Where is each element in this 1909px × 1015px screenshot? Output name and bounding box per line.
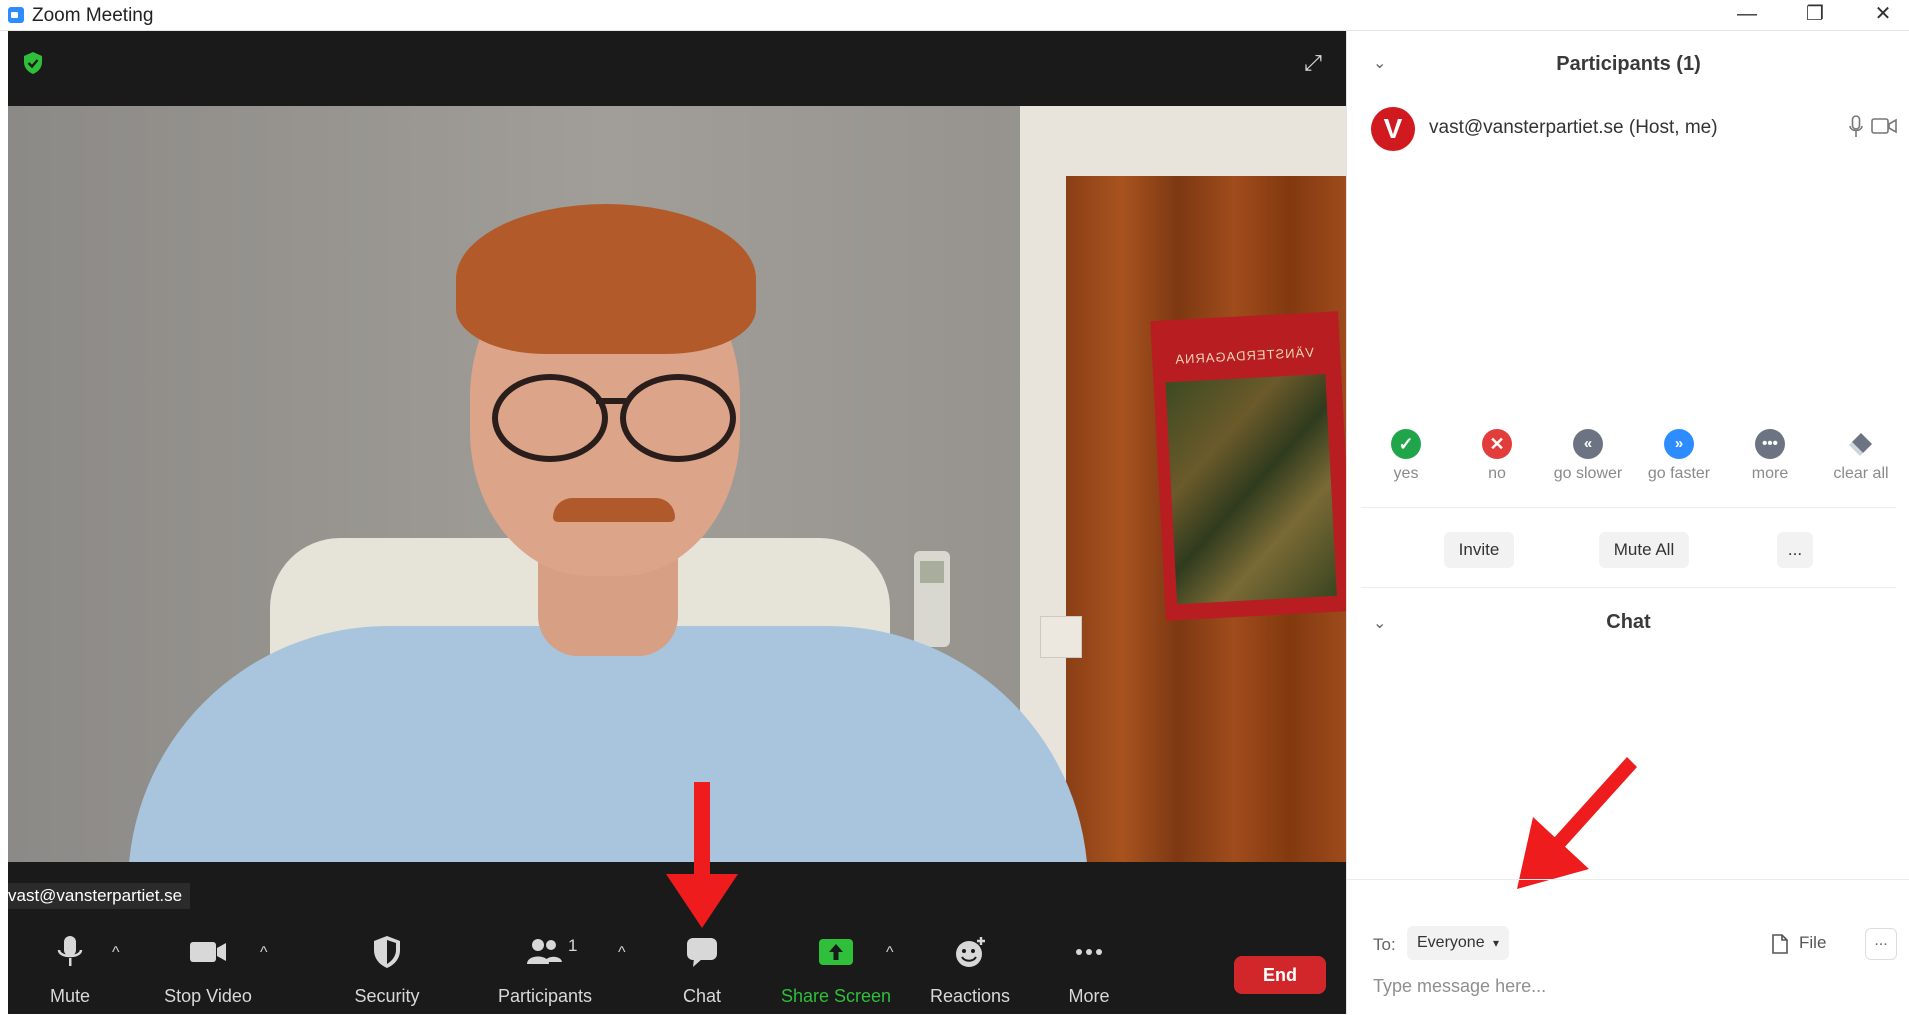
participants-count: 1 bbox=[568, 936, 578, 955]
ellipsis-icon: ••• bbox=[1755, 429, 1785, 459]
security-button[interactable]: Security bbox=[342, 924, 432, 1014]
fast-forward-icon: » bbox=[1664, 429, 1694, 459]
video-camera-icon bbox=[190, 942, 226, 962]
video-wall-phone bbox=[914, 551, 950, 647]
poster-photos bbox=[1165, 374, 1337, 605]
encryption-shield-icon[interactable] bbox=[22, 51, 44, 75]
feedback-yes-label: yes bbox=[1393, 465, 1419, 482]
file-icon[interactable] bbox=[1771, 934, 1789, 954]
fullscreen-icon[interactable]: ⤢ bbox=[1296, 47, 1330, 79]
chat-compose: To: Everyone ▾ File ... bbox=[1347, 879, 1909, 1015]
chat-message-input[interactable] bbox=[1371, 970, 1875, 1002]
video-person-hair bbox=[456, 204, 756, 354]
participants-options-caret-icon[interactable]: ^ bbox=[618, 944, 626, 962]
divider bbox=[1361, 507, 1896, 508]
invite-button[interactable]: Invite bbox=[1444, 532, 1514, 568]
annotation-arrow-diagonal-icon bbox=[1517, 757, 1637, 889]
participants-more-button[interactable]: ... bbox=[1777, 532, 1813, 568]
feedback-more-label: more bbox=[1751, 465, 1789, 482]
share-options-caret-icon[interactable]: ^ bbox=[886, 944, 894, 962]
share-screen-label: Share Screen bbox=[780, 986, 892, 1006]
video-options-caret-icon[interactable]: ^ bbox=[260, 944, 268, 962]
mute-label: Mute bbox=[49, 986, 91, 1006]
video-top-bar: ⤢ bbox=[8, 31, 1346, 106]
video-person-shirt bbox=[128, 626, 1088, 862]
self-video: VÄNSTERDAGARNA bbox=[8, 106, 1346, 862]
participants-label: Participants bbox=[497, 986, 593, 1006]
video-person-mustache bbox=[553, 498, 675, 522]
file-button[interactable]: File bbox=[1799, 933, 1826, 953]
mute-options-caret-icon[interactable]: ^ bbox=[112, 944, 120, 962]
to-label: To: bbox=[1373, 935, 1396, 954]
feedback-no[interactable]: ✕ no bbox=[1452, 429, 1542, 483]
minimize-button[interactable]: — bbox=[1724, 0, 1770, 30]
participant-row[interactable]: V vast@vansterpartiet.se (Host, me) bbox=[1371, 107, 1897, 157]
smiley-plus-icon bbox=[956, 937, 985, 967]
video-person-glasses-left bbox=[492, 374, 608, 462]
poster-text: VÄNSTERDAGARNA bbox=[1173, 344, 1315, 367]
more-label: More bbox=[1068, 986, 1110, 1006]
chat-header: ⌄ Chat bbox=[1347, 601, 1909, 651]
feedback-yes[interactable]: ✓ yes bbox=[1361, 429, 1451, 483]
reactions-label: Reactions bbox=[929, 986, 1011, 1006]
feedback-go-slower-label: go slower bbox=[1553, 465, 1623, 482]
chat-bubble-icon bbox=[687, 938, 717, 967]
share-screen-button[interactable]: Share Screen bbox=[776, 924, 896, 1014]
feedback-clear-all[interactable]: clear all bbox=[1816, 429, 1906, 483]
annotation-arrow-down-icon bbox=[666, 782, 738, 928]
video-poster: VÄNSTERDAGARNA bbox=[1150, 311, 1346, 621]
feedback-no-label: no bbox=[1488, 465, 1506, 482]
security-label: Security bbox=[354, 986, 420, 1006]
mute-button[interactable]: Mute bbox=[30, 924, 110, 1014]
feedback-clear-all-label: clear all bbox=[1833, 465, 1889, 482]
video-light-switch bbox=[1040, 616, 1082, 658]
title-bar: Zoom Meeting — ❐ ✕ bbox=[0, 0, 1909, 31]
chat-more-button[interactable]: ... bbox=[1865, 928, 1897, 960]
security-shield-icon bbox=[374, 936, 400, 968]
video-person-glasses-right bbox=[620, 374, 736, 462]
x-icon: ✕ bbox=[1482, 429, 1512, 459]
share-screen-icon bbox=[819, 939, 853, 965]
nonverbal-feedback-bar: ✓ yes ✕ no « go slower » go faster ••• m… bbox=[1347, 429, 1909, 499]
ellipsis-icon bbox=[1076, 949, 1102, 955]
eraser-icon bbox=[1846, 429, 1876, 459]
mute-all-button[interactable]: Mute All bbox=[1599, 532, 1689, 568]
video-person-glasses-bridge bbox=[596, 398, 626, 404]
feedback-go-faster-label: go faster bbox=[1647, 465, 1711, 482]
end-meeting-button[interactable]: End bbox=[1234, 956, 1326, 994]
participants-icon bbox=[527, 939, 562, 964]
feedback-more[interactable]: ••• more bbox=[1725, 429, 1815, 483]
avatar: V bbox=[1371, 107, 1415, 151]
participant-mic-icon[interactable] bbox=[1849, 115, 1863, 139]
chat-title: Chat bbox=[1606, 611, 1651, 633]
chat-label: Chat bbox=[682, 986, 722, 1006]
chevron-down-icon: ▾ bbox=[1493, 936, 1500, 950]
participant-name: vast@vansterpartiet.se (Host, me) bbox=[1429, 117, 1718, 138]
feedback-go-slower[interactable]: « go slower bbox=[1543, 429, 1633, 483]
chat-button[interactable]: Chat bbox=[660, 924, 744, 1014]
recipient-select[interactable]: Everyone ▾ bbox=[1407, 926, 1510, 960]
maximize-button[interactable]: ❐ bbox=[1792, 0, 1838, 30]
rewind-icon: « bbox=[1573, 429, 1603, 459]
close-button[interactable]: ✕ bbox=[1860, 0, 1906, 30]
zoom-app-icon bbox=[8, 7, 24, 23]
participants-header: ⌄ Participants (1) bbox=[1347, 31, 1909, 101]
feedback-go-faster[interactable]: » go faster bbox=[1634, 429, 1724, 483]
microphone-icon bbox=[57, 936, 83, 966]
participants-title: Participants (1) bbox=[1556, 53, 1701, 75]
window-title: Zoom Meeting bbox=[32, 5, 154, 26]
recipient-value: Everyone bbox=[1417, 934, 1485, 951]
reactions-button[interactable]: Reactions bbox=[920, 924, 1020, 1014]
stop-video-button[interactable]: Stop Video bbox=[156, 924, 260, 1014]
more-button[interactable]: More bbox=[1046, 924, 1132, 1014]
participants-button[interactable]: 1 Participants bbox=[490, 924, 600, 1014]
divider bbox=[1361, 587, 1896, 588]
check-icon: ✓ bbox=[1391, 429, 1421, 459]
side-panel: ⌄ Participants (1) V vast@vansterpartiet… bbox=[1346, 31, 1909, 1014]
self-name-tag: vast@vansterpartiet.se bbox=[8, 883, 191, 909]
participant-camera-icon[interactable] bbox=[1871, 117, 1897, 135]
stop-video-label: Stop Video bbox=[164, 986, 252, 1006]
